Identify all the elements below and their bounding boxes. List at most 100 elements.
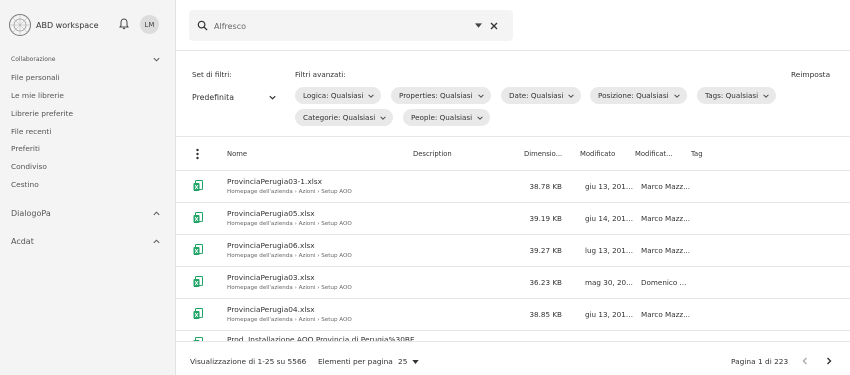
section-dialogopa-label: DialogoPa bbox=[11, 209, 51, 218]
column-header-modified-by[interactable]: Modificat... bbox=[635, 150, 673, 158]
chip-categorie-label: Categorie: Qualsiasi bbox=[303, 113, 376, 122]
chevron-up-icon bbox=[153, 211, 160, 216]
pagination-range: Visualizzazione di 1-25 su 5566 bbox=[190, 357, 307, 366]
section-dialogopa[interactable]: DialogoPa bbox=[11, 209, 161, 218]
file-modified-by: Marco Mazz... bbox=[641, 214, 691, 223]
file-path: Homepage dell'azienda › Azioni › Setup A… bbox=[227, 189, 352, 195]
file-size: 39.19 KB bbox=[529, 214, 562, 223]
file-path: Homepage dell'azienda › Azioni › Setup A… bbox=[227, 221, 352, 227]
sidebar-item-condiviso[interactable]: Condiviso bbox=[11, 162, 47, 171]
file-size: 38.78 KB bbox=[529, 182, 562, 191]
chevron-down-icon[interactable] bbox=[268, 93, 277, 102]
column-header-name[interactable]: Nome bbox=[227, 150, 247, 158]
file-modified-by: Marco Mazz... bbox=[641, 310, 691, 319]
search-bar[interactable] bbox=[189, 10, 513, 41]
kebab-menu-icon[interactable] bbox=[195, 148, 200, 160]
file-path: Homepage dell'azienda › Azioni › Setup A… bbox=[227, 253, 352, 259]
table-row[interactable]: ProvinciaPerugia06.xlsx Homepage dell'az… bbox=[176, 235, 850, 267]
section-acdat[interactable]: Acdat bbox=[11, 237, 161, 246]
pagination-bar: Visualizzazione di 1-25 su 5566 Elementi… bbox=[176, 341, 850, 375]
chevron-left-icon[interactable] bbox=[800, 356, 810, 366]
sidebar-item-file-recenti[interactable]: File recenti bbox=[11, 127, 51, 136]
column-header-size[interactable]: Dimensio... bbox=[524, 150, 562, 158]
sidebar-item-file-personali[interactable]: File personali bbox=[11, 73, 60, 82]
section-collaborazione[interactable]: Collaborazione bbox=[11, 55, 161, 64]
chevron-right-icon[interactable] bbox=[824, 356, 834, 366]
chip-people-label: People: Qualsiasi bbox=[411, 113, 473, 122]
chip-properties[interactable]: Properties: Qualsiasi bbox=[391, 87, 491, 104]
column-header-description[interactable]: Description bbox=[413, 150, 452, 158]
filter-set-label: Set di filtri: bbox=[192, 70, 232, 79]
excel-file-icon bbox=[193, 308, 203, 319]
sidebar: ABD workspace LM Collaborazione File per… bbox=[0, 0, 176, 375]
bell-icon[interactable] bbox=[118, 18, 130, 30]
chevron-down-icon bbox=[673, 93, 680, 98]
close-icon[interactable] bbox=[489, 21, 499, 31]
file-size: 36.23 KB bbox=[529, 278, 562, 287]
file-size: 38.85 KB bbox=[529, 310, 562, 319]
chevron-down-icon bbox=[153, 57, 160, 62]
table-row[interactable]: ProvinciaPerugia05.xlsx Homepage dell'az… bbox=[176, 203, 850, 235]
excel-file-icon bbox=[193, 244, 203, 255]
chevron-down-icon bbox=[477, 115, 483, 120]
file-modified: giu 13, 2018... bbox=[585, 182, 637, 191]
divider bbox=[176, 50, 850, 51]
chip-posizione-label: Posizione: Qualsiasi bbox=[598, 91, 669, 100]
chevron-down-icon bbox=[368, 93, 375, 98]
chip-categorie[interactable]: Categorie: Qualsiasi bbox=[295, 109, 394, 126]
sidebar-item-preferiti[interactable]: Preferiti bbox=[11, 144, 40, 153]
filter-set-select[interactable]: Predefinita bbox=[192, 93, 234, 102]
column-header-modified[interactable]: Modificato bbox=[580, 150, 615, 158]
main-content: Set di filtri: Predefinita Filtri avanza… bbox=[176, 0, 850, 375]
chevron-down-icon bbox=[568, 93, 575, 98]
reset-button[interactable]: Reimposta bbox=[791, 70, 830, 79]
sidebar-item-mie-librerie[interactable]: Le mie librerie bbox=[11, 91, 64, 100]
chevron-down-icon bbox=[380, 115, 386, 120]
sidebar-item-cestino[interactable]: Cestino bbox=[11, 180, 39, 189]
chip-tags-label: Tags: Qualsiasi bbox=[705, 91, 759, 100]
column-header-tag[interactable]: Tag bbox=[691, 150, 703, 158]
file-modified-by: Marco Mazz... bbox=[641, 246, 691, 255]
chevron-down-icon bbox=[763, 93, 769, 98]
chip-date[interactable]: Date: Qualsiasi bbox=[501, 87, 582, 104]
brand[interactable]: ABD workspace bbox=[8, 13, 99, 37]
table-row[interactable]: ProvinciaPerugia03-1.xlsx Homepage dell'… bbox=[176, 171, 850, 203]
excel-file-icon bbox=[193, 276, 203, 287]
chevron-down-icon bbox=[477, 93, 484, 98]
file-name[interactable]: ProvinciaPerugia06.xlsx bbox=[227, 241, 315, 250]
page-indicator: Pagina 1 di 223 bbox=[731, 357, 789, 366]
excel-file-icon bbox=[193, 212, 203, 223]
items-per-page-select[interactable]: 25 bbox=[398, 357, 407, 366]
section-acdat-label: Acdat bbox=[11, 237, 34, 246]
chip-people[interactable]: People: Qualsiasi bbox=[403, 109, 491, 126]
file-modified-by: Marco Mazz... bbox=[641, 182, 691, 191]
chip-posizione[interactable]: Posizione: Qualsiasi bbox=[590, 87, 687, 104]
file-name[interactable]: ProvinciaPerugia03-1.xlsx bbox=[227, 177, 322, 186]
divider bbox=[176, 136, 850, 137]
file-modified: giu 14, 2018... bbox=[585, 214, 637, 223]
logo-icon bbox=[9, 14, 31, 36]
search-input[interactable] bbox=[214, 19, 464, 33]
search-icon bbox=[197, 20, 208, 31]
file-name[interactable]: ProvinciaPerugia04.xlsx bbox=[227, 305, 315, 314]
chip-date-label: Date: Qualsiasi bbox=[509, 91, 564, 100]
chip-logica[interactable]: Logica: Qualsiasi bbox=[295, 87, 382, 104]
caret-down-icon[interactable] bbox=[412, 360, 419, 364]
chip-logica-label: Logica: Qualsiasi bbox=[303, 91, 364, 100]
file-modified-by: Domenico ... bbox=[641, 278, 687, 287]
file-name[interactable]: ProvinciaPerugia03.xlsx bbox=[227, 273, 315, 282]
chip-properties-label: Properties: Qualsiasi bbox=[399, 91, 473, 100]
file-name[interactable]: ProvinciaPerugia05.xlsx bbox=[227, 209, 315, 218]
advanced-filters-label: Filtri avanzati: bbox=[295, 70, 346, 79]
avatar[interactable]: LM bbox=[140, 15, 159, 34]
app-name: ABD workspace bbox=[36, 20, 99, 30]
chip-tags[interactable]: Tags: Qualsiasi bbox=[697, 87, 777, 104]
caret-down-icon[interactable] bbox=[475, 23, 482, 28]
table-row[interactable]: ProvinciaPerugia04.xlsx Homepage dell'az… bbox=[176, 299, 850, 331]
file-size: 39.27 KB bbox=[529, 246, 562, 255]
table-row[interactable]: ProvinciaPerugia03.xlsx Homepage dell'az… bbox=[176, 267, 850, 299]
excel-file-icon bbox=[193, 180, 203, 191]
file-modified: lug 13, 2018... bbox=[585, 246, 637, 255]
sidebar-item-librerie-preferite[interactable]: Librerie preferite bbox=[11, 109, 73, 118]
file-modified: giu 13, 2018... bbox=[585, 310, 637, 319]
